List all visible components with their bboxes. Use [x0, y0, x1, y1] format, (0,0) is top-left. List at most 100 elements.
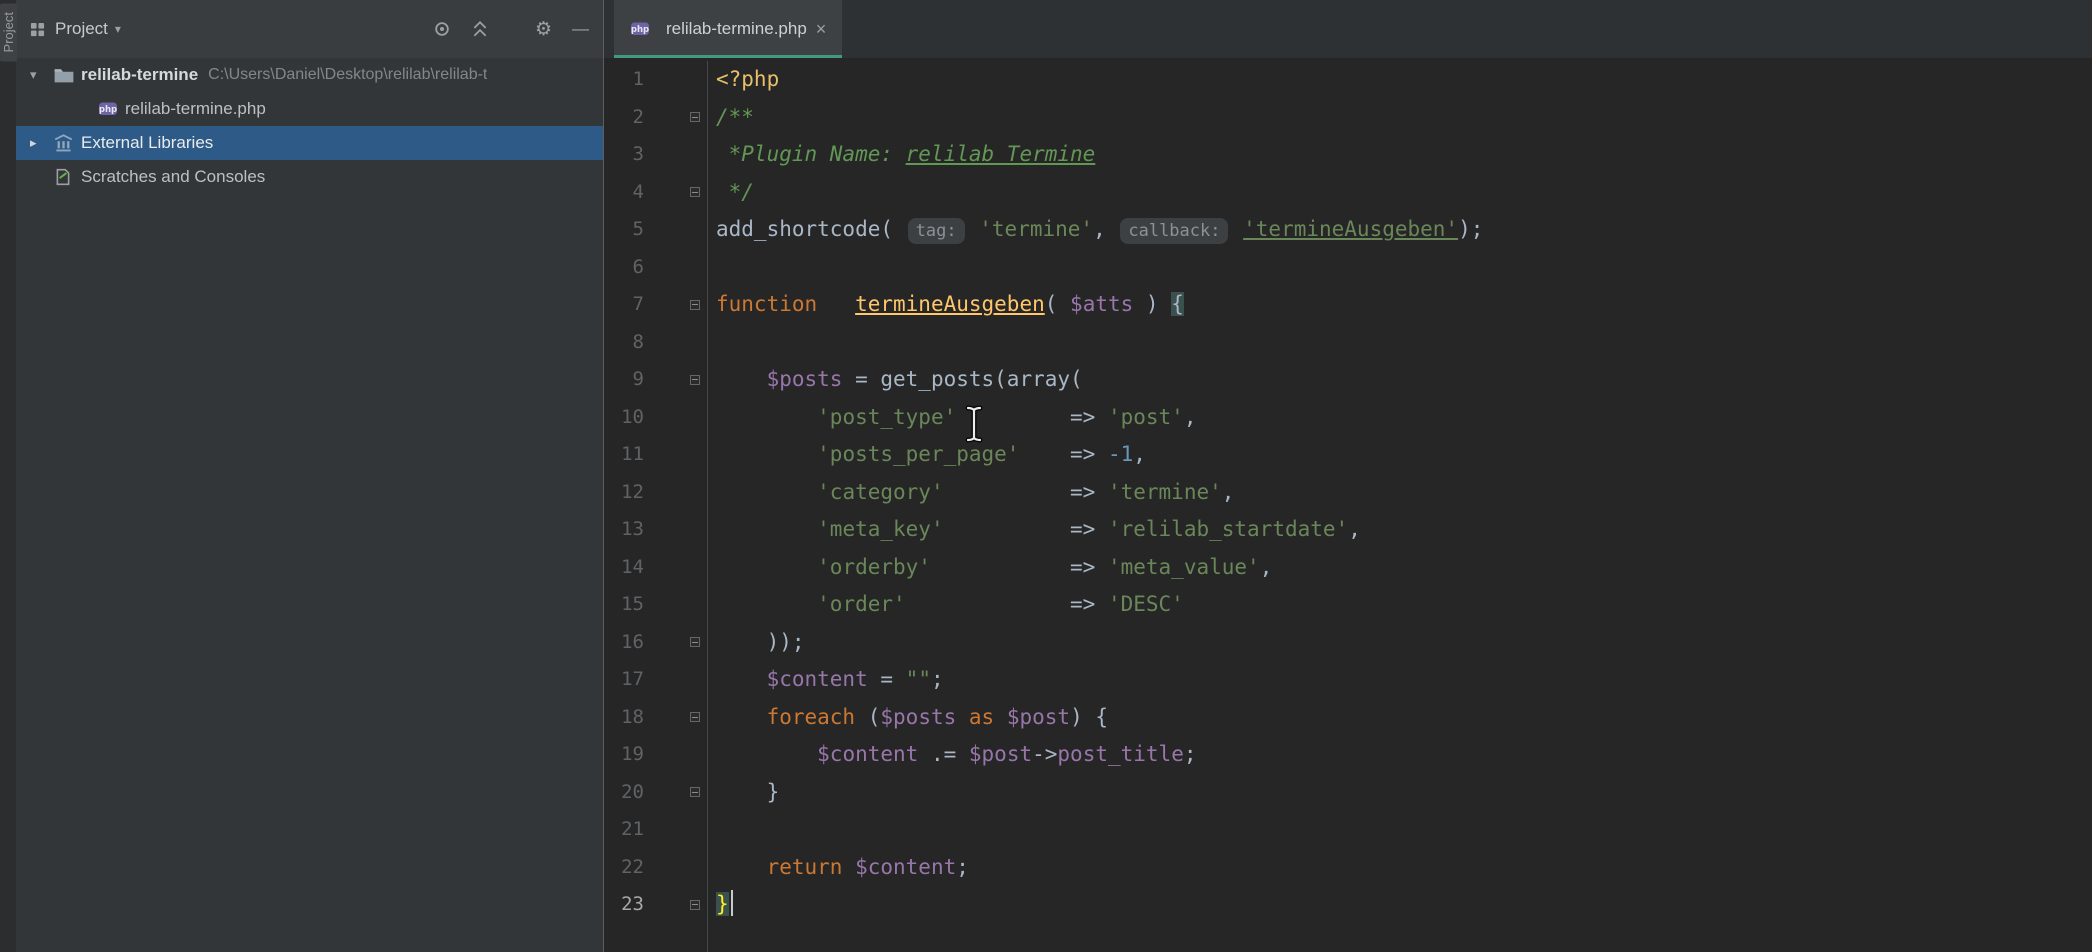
library-icon: [54, 134, 81, 152]
minimize-icon[interactable]: —: [572, 19, 589, 39]
code-line-10[interactable]: 10 'post_type' => 'post',: [604, 399, 2092, 437]
line-number: 15: [604, 586, 644, 624]
code-line-7[interactable]: 7 function termineAusgeben( $atts ) {: [604, 286, 2092, 324]
tree-item-relilab-termine-php[interactable]: phprelilab-termine.php: [16, 92, 603, 126]
code-editor[interactable]: 1<?php2/**3 *Plugin Name: relilab Termin…: [604, 58, 2092, 952]
code-text: /**: [708, 99, 754, 137]
code-text: 'category' => 'termine',: [708, 474, 1234, 512]
editor-pane: php relilab-termine.php × 1<?php2/**3 *P…: [603, 0, 2092, 952]
tree-item-relilab-termine-folder[interactable]: ▾relilab-termineC:\Users\Daniel\Desktop\…: [16, 58, 603, 92]
line-number: 21: [604, 811, 644, 849]
code-empty-area[interactable]: [604, 924, 2092, 952]
line-number: 19: [604, 736, 644, 774]
chevron-down-icon[interactable]: ▾: [115, 22, 121, 36]
code-text: 'meta_key' => 'relilab_startdate',: [708, 511, 1361, 549]
close-icon[interactable]: ×: [816, 19, 827, 40]
gutter-fold-column: [644, 99, 708, 137]
fold-start-icon[interactable]: [690, 112, 700, 122]
code-line-14[interactable]: 14 'orderby' => 'meta_value',: [604, 549, 2092, 587]
gutter-fold-column: [644, 511, 708, 549]
code-line-21[interactable]: 21: [604, 811, 2092, 849]
gutter-fold-column: [644, 811, 708, 849]
code-line-12[interactable]: 12 'category' => 'termine',: [604, 474, 2092, 512]
line-number: 3: [604, 136, 644, 174]
code-text: [708, 924, 716, 952]
code-line-2[interactable]: 2/**: [604, 99, 2092, 137]
tree-item-label: External Libraries: [81, 133, 213, 153]
code-line-15[interactable]: 15 'order' => 'DESC': [604, 586, 2092, 624]
left-tool-window-stripe: Project: [0, 0, 16, 952]
fold-end-icon[interactable]: [690, 900, 700, 910]
gear-icon[interactable]: ⚙: [535, 18, 552, 41]
tree-item-label: Scratches and Consoles: [81, 167, 265, 187]
line-number: 1: [604, 61, 644, 99]
code-line-20[interactable]: 20 }: [604, 774, 2092, 812]
line-number: 14: [604, 549, 644, 587]
gutter-fold-column: [644, 849, 708, 887]
code-line-16[interactable]: 16 ));: [604, 624, 2092, 662]
gutter-fold-column: [644, 699, 708, 737]
code-line-8[interactable]: 8: [604, 324, 2092, 362]
php-icon: php: [98, 100, 125, 118]
tree-item-label: relilab-termine.php: [125, 99, 266, 119]
code-line-11[interactable]: 11 'posts_per_page' => -1,: [604, 436, 2092, 474]
code-line-9[interactable]: 9 $posts = get_posts(array(: [604, 361, 2092, 399]
svg-text:php: php: [631, 25, 649, 35]
fold-end-icon[interactable]: [690, 187, 700, 197]
gutter-fold-column: [644, 774, 708, 812]
line-number: 18: [604, 699, 644, 737]
code-line-1[interactable]: 1<?php: [604, 61, 2092, 99]
code-line-23[interactable]: 23}: [604, 886, 2092, 924]
gutter-fold-column: [644, 924, 708, 952]
editor-tab-relilab-termine[interactable]: php relilab-termine.php ×: [614, 0, 842, 58]
gutter-fold-column: [644, 249, 708, 287]
code-text: }: [708, 886, 733, 924]
chevron-down-icon[interactable]: ▾: [30, 67, 54, 83]
gutter-fold-column: [644, 624, 708, 662]
line-number: 23: [604, 886, 644, 924]
gutter-fold-column: [644, 399, 708, 437]
gutter-fold-column: [644, 661, 708, 699]
line-number: 7: [604, 286, 644, 324]
code-line-4[interactable]: 4 */: [604, 174, 2092, 212]
gutter-fold-column: [644, 361, 708, 399]
line-number: 6: [604, 249, 644, 287]
fold-start-icon[interactable]: [690, 375, 700, 385]
chevron-right-icon[interactable]: ▸: [30, 135, 54, 151]
code-text: [708, 324, 716, 362]
ide-window: Project Project ▾: [0, 0, 2092, 952]
active-tab-indicator: [614, 55, 842, 58]
code-line-18[interactable]: 18 foreach ($posts as $post) {: [604, 699, 2092, 737]
code-line-3[interactable]: 3 *Plugin Name: relilab Termine: [604, 136, 2092, 174]
project-view-icon[interactable]: [30, 22, 45, 37]
line-number-spacer: [604, 924, 644, 952]
code-line-17[interactable]: 17 $content = "";: [604, 661, 2092, 699]
tree-item-scratches-and-consoles[interactable]: Scratches and Consoles: [16, 160, 603, 194]
code-line-22[interactable]: 22 return $content;: [604, 849, 2092, 887]
tree-item-external-libraries[interactable]: ▸ External Libraries: [16, 126, 603, 160]
locate-file-icon[interactable]: [433, 20, 451, 38]
code-line-19[interactable]: 19 $content .= $post->post_title;: [604, 736, 2092, 774]
gutter-fold-column: [644, 136, 708, 174]
project-panel-header: Project ▾ ⚙ —: [16, 0, 603, 58]
project-panel-title[interactable]: Project: [55, 19, 108, 39]
collapse-all-icon[interactable]: [471, 20, 489, 38]
code-text: function termineAusgeben( $atts ) {: [708, 286, 1184, 324]
project-stripe-button[interactable]: Project: [0, 3, 17, 61]
fold-end-icon[interactable]: [690, 787, 700, 797]
code-text: $content = "";: [708, 661, 944, 699]
code-line-5[interactable]: 5add_shortcode( tag: 'termine', callback…: [604, 211, 2092, 249]
code-text: [708, 811, 716, 849]
gutter-fold-column: [644, 286, 708, 324]
fold-start-icon[interactable]: [690, 712, 700, 722]
code-line-6[interactable]: 6: [604, 249, 2092, 287]
fold-end-icon[interactable]: [690, 637, 700, 647]
tree-item-label: relilab-termine: [81, 65, 198, 85]
line-number: 20: [604, 774, 644, 812]
fold-start-icon[interactable]: [690, 300, 700, 310]
gutter-fold-column: [644, 61, 708, 99]
gutter-fold-column: [644, 549, 708, 587]
code-line-13[interactable]: 13 'meta_key' => 'relilab_startdate',: [604, 511, 2092, 549]
code-text: ));: [708, 624, 805, 662]
project-panel-actions: ⚙ —: [433, 18, 589, 41]
